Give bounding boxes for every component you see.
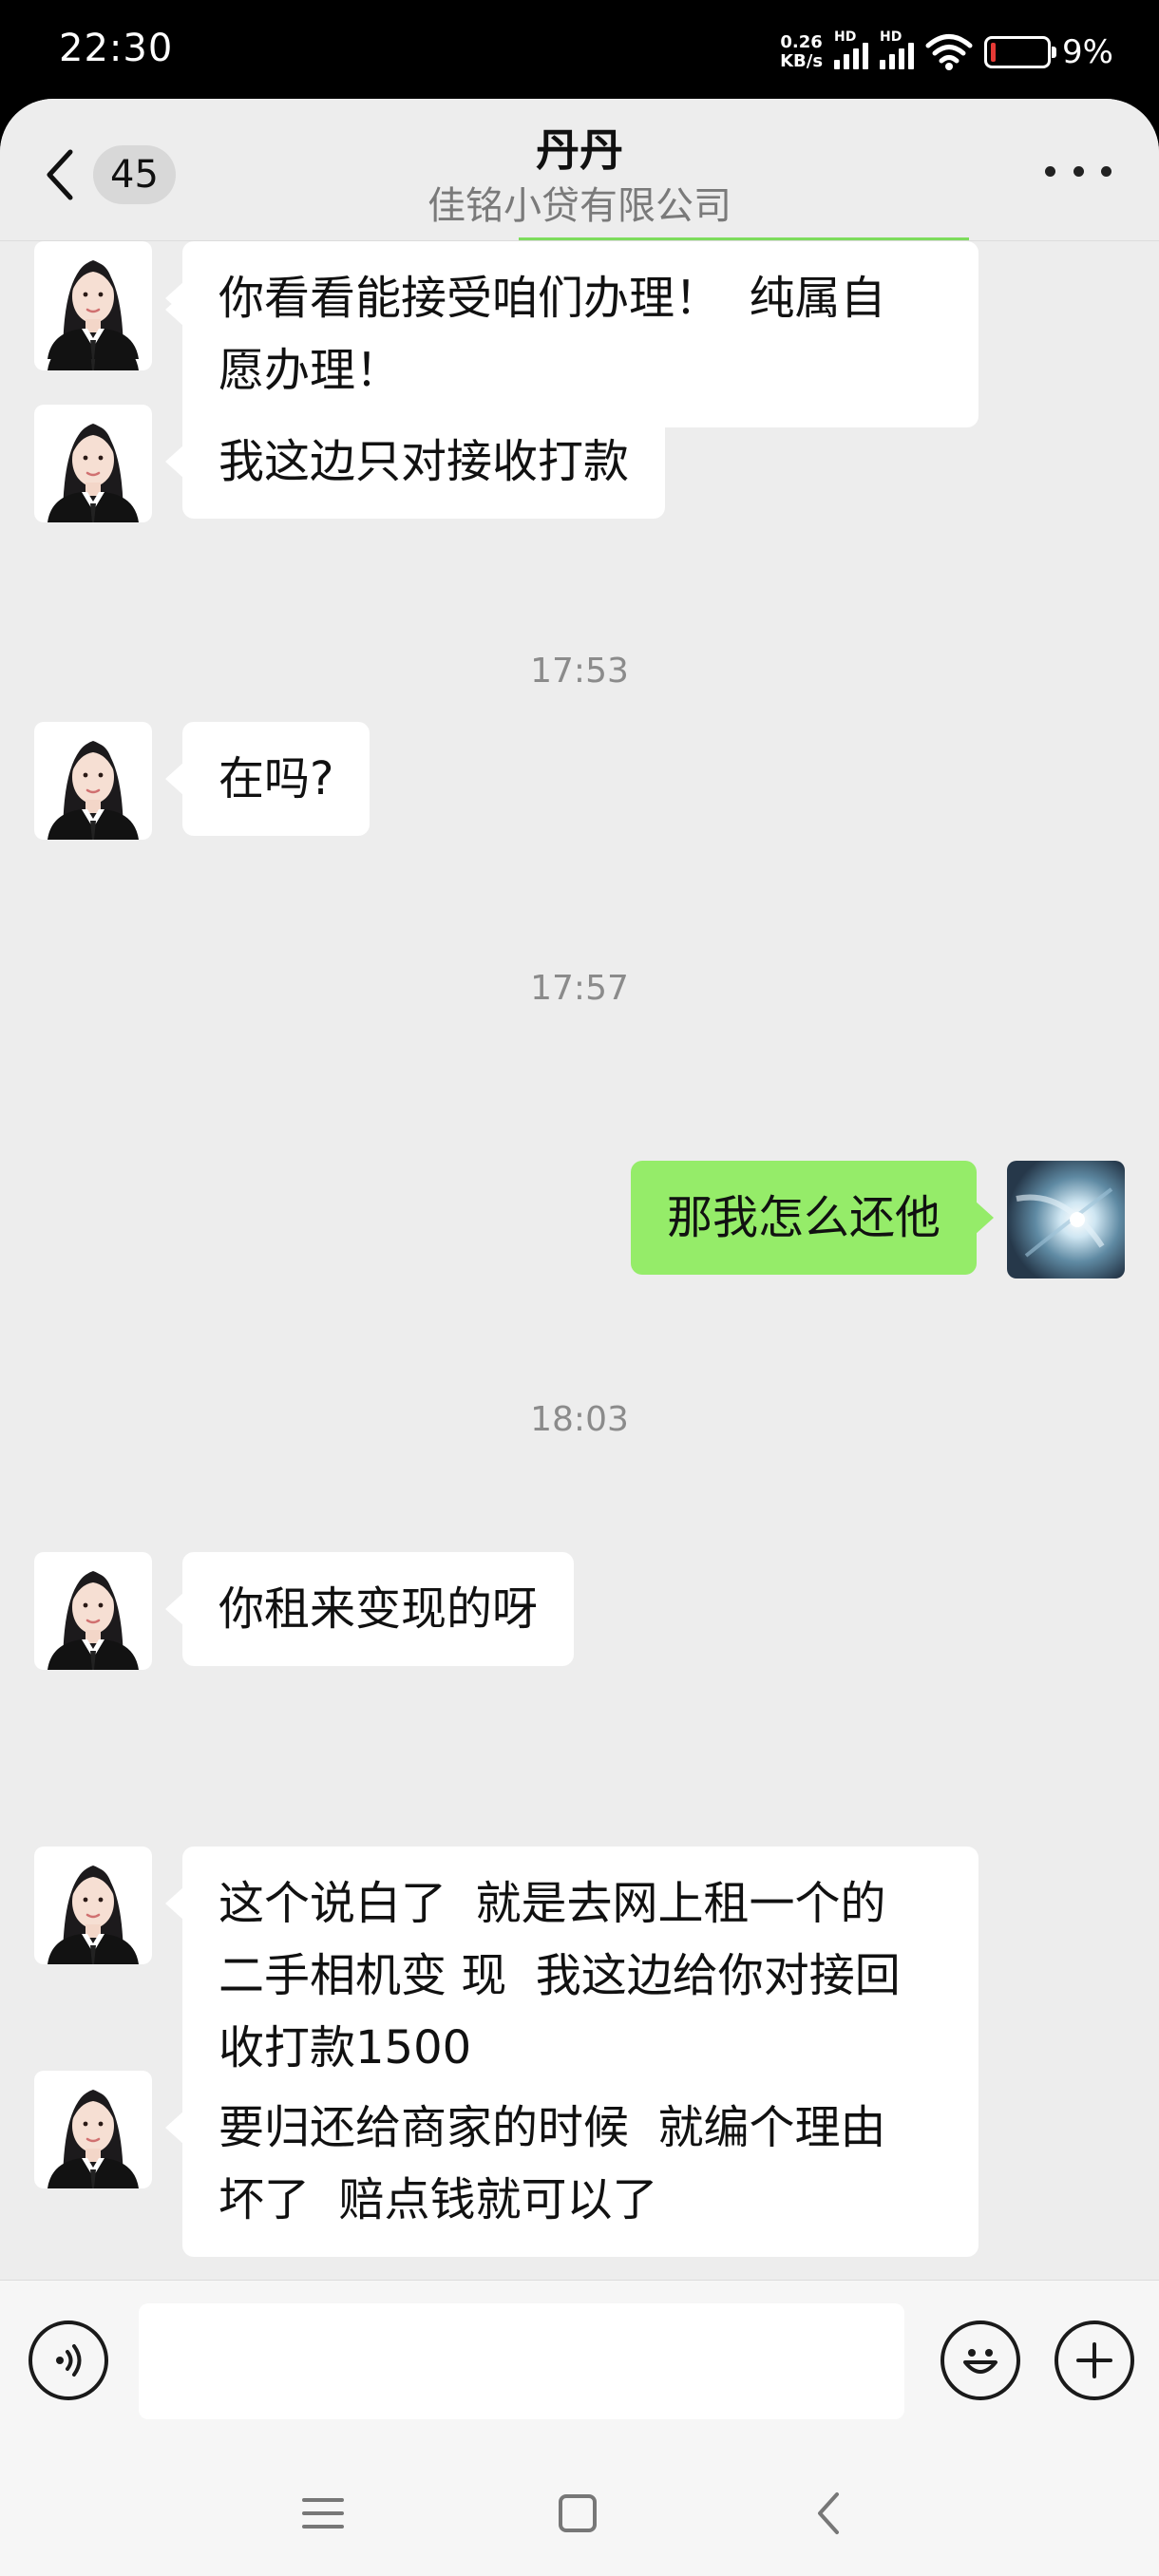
voice-icon <box>56 2344 82 2377</box>
message-text: 你租来变现的呀 <box>218 1582 539 1636</box>
menu-icon <box>302 2498 344 2529</box>
message-input[interactable] <box>139 2303 904 2419</box>
message-text-line: 愿办理！ <box>218 344 402 397</box>
contact-avatar[interactable] <box>34 1552 152 1670</box>
system-nav-bar <box>0 2451 1159 2576</box>
chat-header: 45 丹丹 佳铭小贷有限公司 <box>0 99 1159 241</box>
message-text: 在吗? <box>218 752 334 805</box>
plus-icon <box>1076 2342 1112 2378</box>
chat-screen: 45 丹丹 佳铭小贷有限公司 看你自己的呀我这边只对接收打款17:53在吗?17… <box>0 99 1159 2576</box>
input-bar <box>0 2280 1159 2451</box>
message-text-line: 二手相机变 现 我这边给你对接回 <box>218 1949 901 2002</box>
message-bubble[interactable]: 你看看能接受咱们办理！ 纯属自 愿办理！ <box>165 241 978 427</box>
status-bar: 22:30 0.26 KB/s HD HD 9% <box>0 0 1159 104</box>
message-text-line: 你看看能接受咱们办理！ 纯属自 <box>218 272 886 325</box>
message-text-line: 这个说白了 就是去网上租一个的 <box>218 1877 886 1930</box>
more-dots-icon <box>1045 165 1055 177</box>
wifi-icon <box>925 34 973 70</box>
signal-icon-sim1: HD <box>834 29 869 69</box>
network-speed-unit: KB/s <box>780 51 824 71</box>
sim1-hd-label: HD <box>834 29 857 45</box>
status-indicators: 0.26 KB/s HD HD 9% <box>780 28 1113 76</box>
message-bubble[interactable]: 你租来变现的呀 <box>164 1552 575 1666</box>
back-icon <box>818 2492 839 2534</box>
nav-recents-button[interactable] <box>294 2485 352 2542</box>
message-bubble[interactable]: 那我怎么还他 <box>630 1161 995 1275</box>
more-options-button[interactable] <box>1045 152 1112 190</box>
battery-level <box>991 43 997 62</box>
message-timestamp: 18:03 <box>530 1400 629 1439</box>
battery-percent: 9% <box>1062 33 1113 71</box>
chat-title: 丹丹 <box>536 124 623 176</box>
signal-icon-sim2: HD <box>880 29 915 69</box>
header-accent-line <box>519 237 969 240</box>
chat-subtitle: 佳铭小贷有限公司 <box>428 184 732 228</box>
message-timestamp: 17:57 <box>530 969 629 1008</box>
emoji-icon <box>963 2349 998 2374</box>
message-bubble[interactable]: 要归还给商家的时候 就编个理由 坏了 赔点钱就可以了 <box>165 2071 978 2257</box>
message-bubble[interactable]: 在吗? <box>164 722 370 836</box>
contact-avatar[interactable] <box>34 241 152 359</box>
emoji-button[interactable] <box>940 2320 1020 2400</box>
contact-avatar[interactable] <box>34 405 152 522</box>
message-list[interactable]: 看你自己的呀我这边只对接收打款17:53在吗?17:57那我怎么还他18:03你… <box>0 241 1159 2365</box>
network-speed-value: 0.26 <box>780 32 823 52</box>
contact-avatar[interactable] <box>34 2071 152 2188</box>
battery-icon <box>984 36 1057 68</box>
contact-avatar[interactable] <box>34 722 152 840</box>
message-text: 我这边只对接收打款 <box>218 435 630 488</box>
sim2-hd-label: HD <box>880 29 902 45</box>
voice-button[interactable] <box>28 2320 108 2400</box>
message-text-line: 要归还给商家的时候 就编个理由 <box>218 2101 886 2154</box>
message-text: 那我怎么还他 <box>666 1191 940 1244</box>
message-bubble[interactable]: 这个说白了 就是去网上租一个的 二手相机变 现 我这边给你对接回 收打款1500 <box>165 1847 978 2105</box>
plus-button[interactable] <box>1054 2320 1134 2400</box>
network-speed: 0.26 KB/s <box>780 33 823 71</box>
my-avatar[interactable] <box>1007 1161 1125 1279</box>
nav-back-button[interactable] <box>800 2485 857 2542</box>
message-timestamp: 17:53 <box>530 652 629 691</box>
contact-avatar[interactable] <box>34 1847 152 1964</box>
home-icon <box>559 2494 597 2532</box>
message-text-line: 坏了 赔点钱就可以了 <box>218 2173 658 2226</box>
status-time: 22:30 <box>59 27 174 70</box>
nav-home-button[interactable] <box>549 2485 606 2542</box>
